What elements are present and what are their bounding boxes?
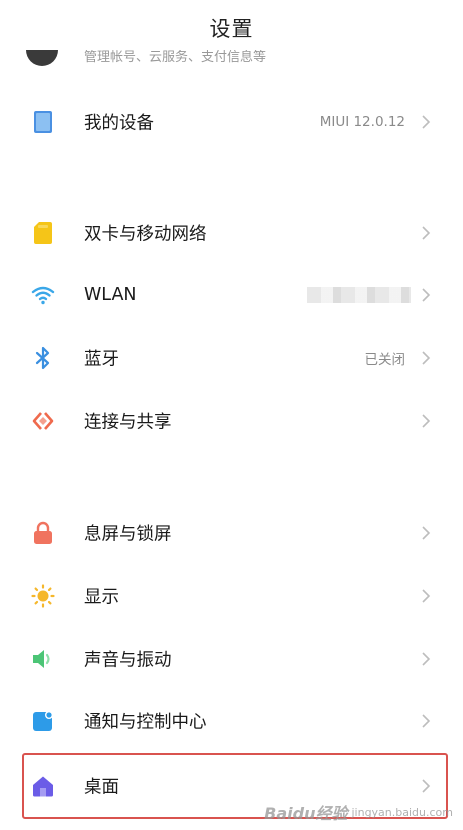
settings-item-connection-sharing[interactable]: 连接与共享 bbox=[0, 391, 463, 451]
chevron-right-icon bbox=[422, 714, 431, 728]
settings-item-sound-vibration[interactable]: 声音与振动 bbox=[0, 629, 463, 689]
page-title: 设置 bbox=[209, 17, 254, 41]
settings-item-label: 显示 bbox=[84, 587, 119, 608]
share-icon bbox=[30, 408, 56, 434]
settings-item-dual-sim[interactable]: 双卡与移动网络 bbox=[0, 203, 463, 263]
chevron-right-icon bbox=[422, 526, 431, 540]
chevron-right-icon bbox=[422, 115, 431, 129]
settings-item-value: 已关闭 bbox=[364, 352, 406, 368]
notification-icon bbox=[30, 708, 56, 734]
account-subtitle: 管理帐号、云服务、支付信息等 bbox=[84, 50, 267, 65]
account-row[interactable]: 管理帐号、云服务、支付信息等 bbox=[0, 50, 463, 72]
settings-item-wlan[interactable]: WLAN bbox=[0, 265, 463, 325]
wifi-icon bbox=[30, 282, 56, 308]
settings-item-display[interactable]: 显示 bbox=[0, 566, 463, 626]
speaker-icon bbox=[30, 646, 56, 672]
settings-item-label: 我的设备 bbox=[84, 113, 154, 134]
settings-item-label: 蓝牙 bbox=[84, 349, 119, 370]
settings-item-label: 双卡与移动网络 bbox=[84, 224, 207, 245]
chevron-right-icon bbox=[422, 414, 431, 428]
settings-item-bluetooth[interactable]: 蓝牙 已关闭 bbox=[0, 328, 463, 388]
settings-item-label: 息屏与锁屏 bbox=[84, 524, 172, 545]
settings-item-label: 声音与振动 bbox=[84, 650, 172, 671]
chevron-right-icon bbox=[422, 652, 431, 666]
settings-item-my-device[interactable]: 我的设备 MIUI 12.0.12 bbox=[0, 92, 463, 152]
sim-card-icon bbox=[30, 220, 56, 246]
chevron-right-icon bbox=[422, 351, 431, 365]
bluetooth-icon bbox=[30, 345, 56, 371]
lock-icon bbox=[30, 520, 56, 546]
header: 设置 bbox=[0, 0, 463, 56]
watermark: Baidu经验 jingyan.baidu.com bbox=[264, 800, 453, 824]
sun-icon bbox=[30, 583, 56, 609]
blurred-network-name bbox=[307, 287, 411, 303]
settings-page: 设置 管理帐号、云服务、支付信息等 我的设备 MIUI 12.0.12 双卡与移… bbox=[0, 0, 463, 830]
settings-item-label: 连接与共享 bbox=[84, 412, 172, 433]
settings-item-value: MIUI 12.0.12 bbox=[319, 114, 405, 130]
settings-item-label: 通知与控制中心 bbox=[84, 712, 207, 733]
settings-item-label: WLAN bbox=[84, 285, 137, 305]
chevron-right-icon bbox=[422, 226, 431, 240]
settings-item-lock-screen[interactable]: 息屏与锁屏 bbox=[0, 503, 463, 563]
chevron-right-icon bbox=[422, 589, 431, 603]
chevron-right-icon bbox=[422, 288, 431, 302]
device-icon bbox=[30, 109, 56, 135]
watermark-brand: Baidu经验 bbox=[264, 804, 348, 823]
settings-item-notifications[interactable]: 通知与控制中心 bbox=[0, 691, 463, 751]
watermark-url: jingyan.baidu.com bbox=[351, 805, 453, 819]
avatar bbox=[26, 50, 58, 66]
